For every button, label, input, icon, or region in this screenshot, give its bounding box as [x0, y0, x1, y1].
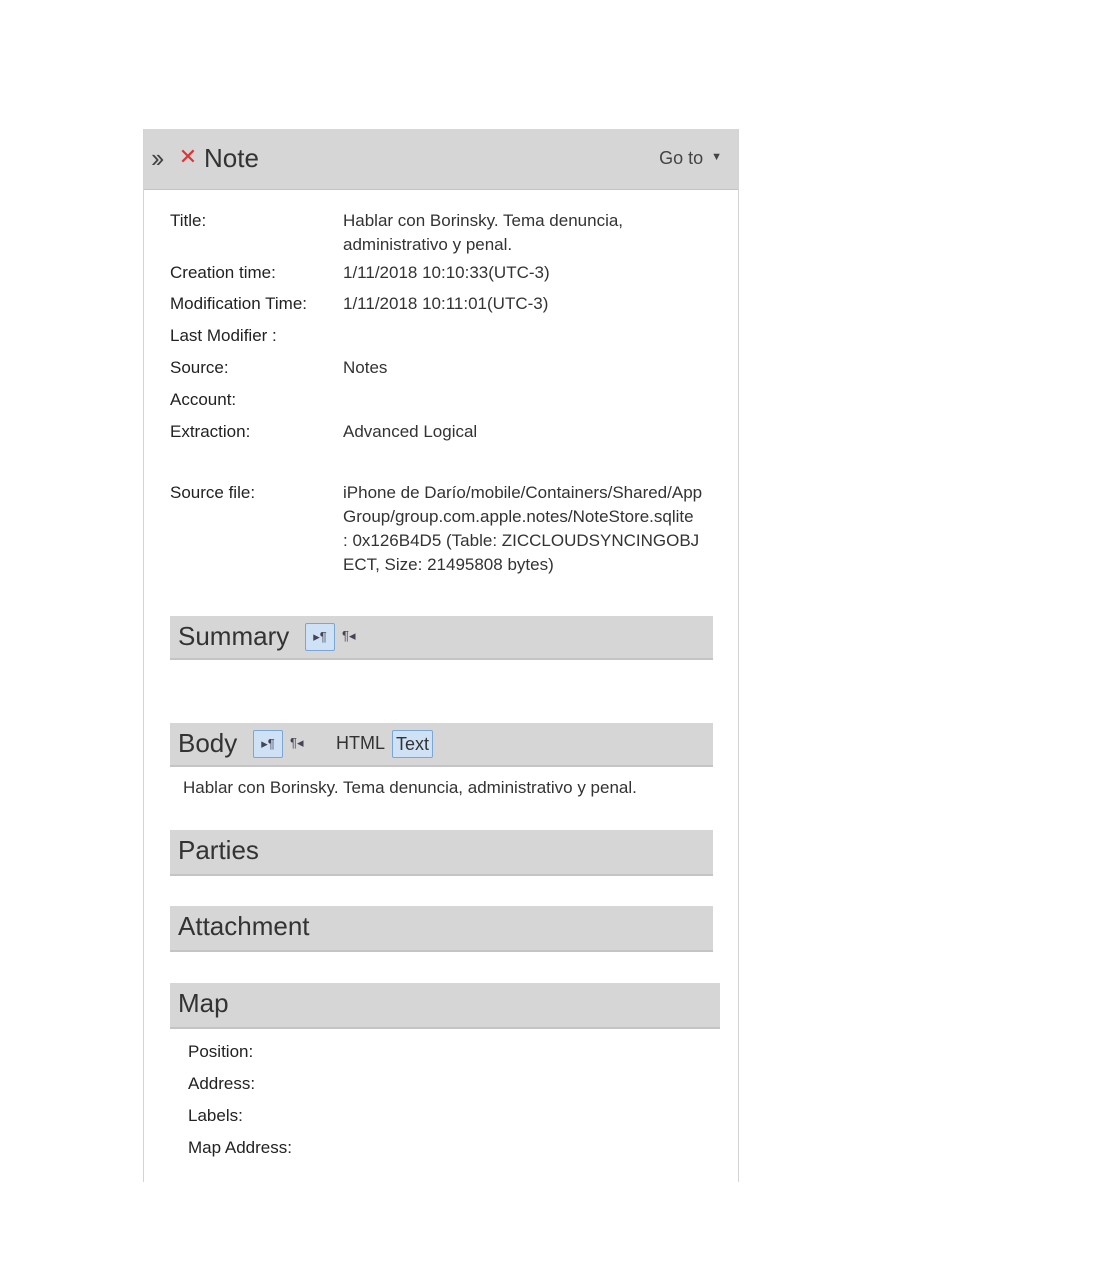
ltr-paragraph-icon[interactable]: ▸¶	[305, 623, 335, 651]
field-label: Source:	[170, 358, 229, 377]
field-value: Hablar con Borinsky. Tema denuncia, admi…	[343, 211, 624, 254]
field-value: iPhone de Darío/mobile/Containers/Shared…	[343, 483, 703, 574]
attachment-section-header[interactable]: Attachment	[170, 906, 713, 952]
panel-header: ›› ✕ Note Go to ▼	[144, 129, 738, 190]
section-title: Body	[178, 728, 238, 758]
field-label: Creation time:	[170, 263, 276, 282]
field-label: Extraction:	[170, 422, 251, 441]
map-address-label: Address:	[188, 1074, 256, 1093]
field-label: Source file:	[170, 483, 256, 502]
close-icon[interactable]: ✕	[177, 146, 199, 168]
goto-dropdown[interactable]: Go to ▼	[659, 148, 722, 169]
field-value: 1/11/2018 10:10:33(UTC-3)	[343, 263, 550, 282]
section-title: Map	[178, 988, 229, 1018]
map-section-header[interactable]: Map	[170, 983, 720, 1029]
field-account: Account:	[170, 388, 715, 420]
field-modification-time: Modification Time: 1/11/2018 10:11:01(UT…	[170, 292, 715, 324]
goto-label: Go to	[659, 148, 704, 168]
rtl-paragraph-icon[interactable]: ¶◂	[290, 730, 304, 756]
field-value: 1/11/2018 10:11:01(UTC-3)	[343, 294, 549, 313]
field-label: Account:	[170, 390, 237, 409]
summary-section-header[interactable]: Summary ▸¶ ¶◂	[170, 616, 713, 660]
field-source-file: Source file: iPhone de Darío/mobile/Cont…	[170, 481, 715, 577]
field-value: Advanced Logical	[343, 422, 478, 441]
body-content: Hablar con Borinsky. Tema denuncia, admi…	[183, 778, 637, 797]
parties-section-header[interactable]: Parties	[170, 830, 713, 876]
section-title: Summary	[178, 621, 290, 651]
field-label: Last Modifier :	[170, 326, 277, 345]
section-title: Parties	[178, 835, 259, 865]
note-fields: Title: Hablar con Borinsky. Tema denunci…	[170, 209, 715, 577]
caret-down-icon: ▼	[711, 151, 722, 163]
map-map-address-label: Map Address:	[188, 1138, 292, 1157]
html-view-button[interactable]: HTML	[333, 730, 388, 756]
field-source: Source: Notes	[170, 356, 715, 388]
field-label: Title:	[170, 211, 207, 230]
map-position-label: Position:	[188, 1042, 254, 1061]
field-value	[343, 388, 715, 412]
field-extraction: Extraction: Advanced Logical	[170, 420, 715, 481]
rtl-paragraph-icon[interactable]: ¶◂	[342, 623, 356, 649]
field-label: Modification Time:	[170, 294, 307, 313]
ltr-paragraph-icon[interactable]: ▸¶	[253, 730, 283, 758]
field-creation-time: Creation time: 1/11/2018 10:10:33(UTC-3)	[170, 261, 715, 292]
field-title: Title: Hablar con Borinsky. Tema denunci…	[170, 209, 715, 261]
map-labels-label: Labels:	[188, 1106, 243, 1125]
text-view-button[interactable]: Text	[392, 730, 434, 758]
field-last-modifier: Last Modifier :	[170, 324, 715, 356]
field-value	[343, 324, 715, 348]
section-title: Attachment	[178, 911, 310, 941]
panel-title: Note	[204, 143, 259, 173]
field-value: Notes	[343, 358, 388, 377]
map-fields: Position: Address: Labels: Map Address:	[188, 1036, 292, 1164]
double-chevron-right-icon[interactable]: ››	[151, 145, 164, 171]
body-section-header[interactable]: Body ▸¶ ¶◂ HTML Text	[170, 723, 713, 767]
